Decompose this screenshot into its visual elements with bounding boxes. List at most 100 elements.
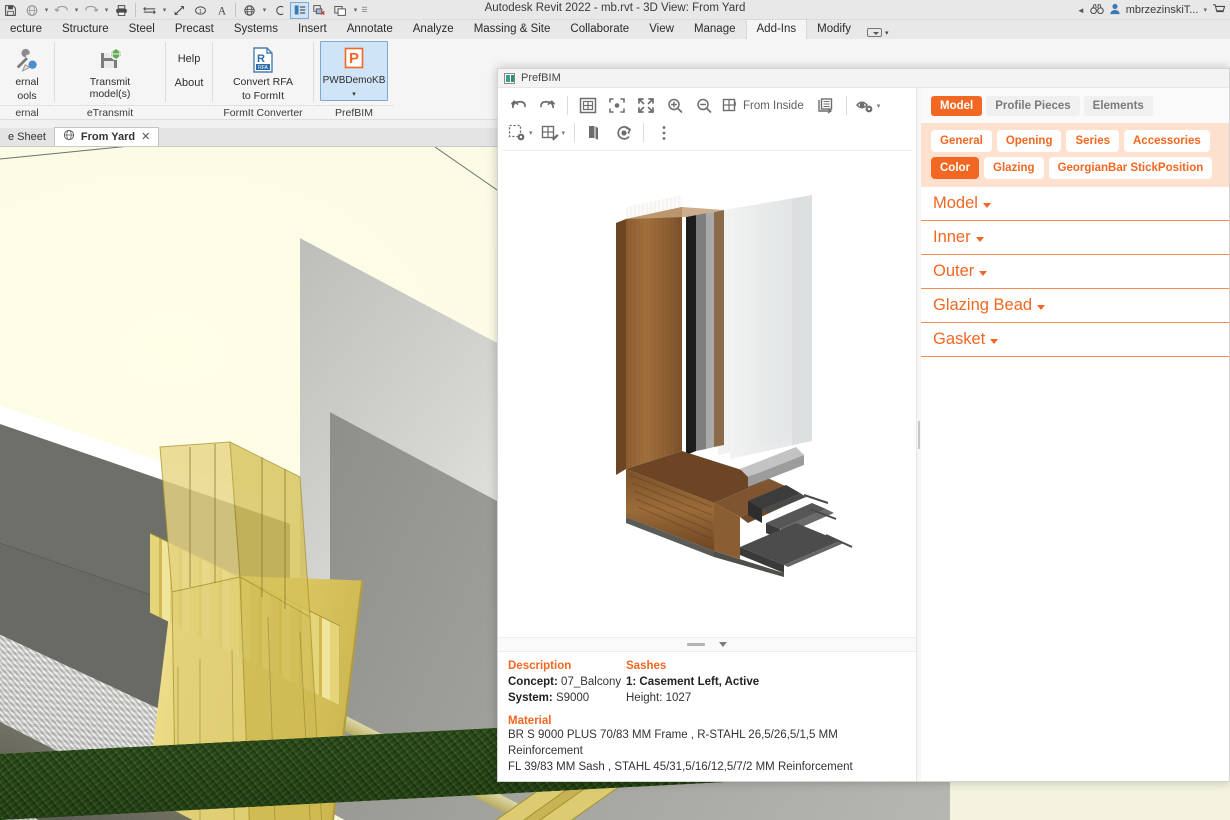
about-button[interactable]: About (169, 71, 210, 95)
user-name-label[interactable]: mbrzezinskiT... (1126, 4, 1199, 16)
visibility-settings-icon[interactable]: ▾ (852, 93, 885, 118)
close-icon[interactable]: ✕ (141, 130, 150, 143)
chevron-down-icon[interactable] (990, 339, 999, 344)
chevron-down-icon[interactable] (975, 237, 984, 242)
view-tab-from-yard[interactable]: From Yard ✕ (53, 127, 160, 146)
view-from-inside-label: From Inside (743, 99, 804, 112)
user-account-icon[interactable] (1109, 3, 1121, 18)
viewer-slider-handle[interactable] (687, 643, 705, 646)
ribbon-overflow-icon[interactable]: ▾ (861, 26, 895, 39)
ribbon-tab-manage[interactable]: Manage (684, 20, 746, 39)
accordion-label-inner: Inner (933, 228, 971, 246)
material-line-1: BR S 9000 PLUS 70/83 MM Frame , R-STAHL … (508, 729, 838, 757)
view-tab-sheet[interactable]: e Sheet (0, 129, 54, 146)
user-caret-icon[interactable]: ▾ (1203, 6, 1207, 14)
ribbon-tab-view[interactable]: View (639, 20, 684, 39)
view-3d-icon (63, 129, 75, 144)
ribbon-tab-precast[interactable]: Precast (165, 20, 224, 39)
external-tools-button[interactable]: ernal ools (0, 43, 54, 102)
ribbon-tab-architecture[interactable]: ecture (0, 20, 52, 39)
accordion-item-gasket[interactable]: Gasket (921, 323, 1229, 357)
concept-label: Concept: (508, 676, 558, 688)
visibility-caret-icon[interactable]: ▾ (877, 102, 881, 110)
toolbar-separator-3 (574, 123, 576, 142)
fullscreen-icon[interactable] (631, 93, 660, 118)
chevron-down-icon[interactable] (979, 271, 988, 276)
toolbar-separator-4 (643, 123, 645, 142)
help-button[interactable]: Help (172, 47, 207, 71)
panel-label-formit-converter: FormIt Converter (213, 105, 313, 120)
grid-edit-icon[interactable]: ▾ (537, 120, 570, 145)
tab-model[interactable]: Model (931, 96, 983, 116)
description-heading: Description (508, 660, 572, 672)
ribbon-tab-systems[interactable]: Systems (224, 20, 288, 39)
subtab-general[interactable]: General (931, 130, 992, 152)
rotate-icon[interactable] (609, 120, 638, 145)
height-label: Height: (626, 692, 663, 704)
subtab-accessories[interactable]: Accessories (1124, 130, 1210, 152)
prefbim-pane-splitter[interactable] (917, 88, 921, 781)
ribbon-tab-steel[interactable]: Steel (119, 20, 165, 39)
system-value: S9000 (555, 692, 590, 704)
prefbim-body: From Inside ▾ ▾ ▾ Description Concept: 0… (498, 88, 1229, 781)
panel-body-external: ernal ools (0, 39, 54, 105)
ribbon-tab-massing-site[interactable]: Massing & Site (464, 20, 561, 39)
tab-elements[interactable]: Elements (1083, 96, 1153, 116)
ribbon-tab-insert[interactable]: Insert (288, 20, 337, 39)
more-options-icon[interactable] (649, 120, 678, 145)
material-line-2: FL 39/83 MM Sash , STAHL 45/31,5/16/12,5… (508, 761, 853, 773)
section-view-icon[interactable] (812, 93, 841, 118)
app-store-cart-icon[interactable] (1212, 3, 1226, 18)
subtab-georgianbar-stickposition[interactable]: GeorgianBar StickPosition (1048, 157, 1213, 179)
rfa-convert-icon: R RFA (250, 45, 276, 75)
accordion-item-glazing-bead[interactable]: Glazing Bead (921, 289, 1229, 323)
pwbdemokb-button[interactable]: P PWBDemoKB ▾ (320, 41, 388, 101)
convert-rfa-to-formit-button[interactable]: R RFA Convert RFA to FormIt (222, 43, 304, 102)
layers-icon[interactable] (580, 120, 609, 145)
window-profile-3d-model (590, 179, 870, 579)
panel-body-etransmit: Transmit model(s) (55, 39, 165, 105)
tab-profile-pieces[interactable]: Profile Pieces (986, 96, 1080, 116)
ribbon-tab-structure[interactable]: Structure (52, 20, 119, 39)
chevron-down-icon[interactable] (982, 203, 991, 208)
convert-rfa-label-1: Convert RFA (232, 76, 294, 88)
viewer-bottom-controls[interactable] (498, 637, 916, 651)
undo-icon[interactable] (504, 93, 533, 118)
ribbon-tab-modify[interactable]: Modify (807, 20, 861, 39)
subtab-series[interactable]: Series (1066, 130, 1119, 152)
ribbon-tab-annotate[interactable]: Annotate (337, 20, 403, 39)
selection-settings-icon[interactable]: ▾ (504, 120, 537, 145)
subtab-glazing[interactable]: Glazing (984, 157, 1044, 179)
svg-text:P: P (349, 50, 359, 67)
zoom-out-icon[interactable] (689, 93, 718, 118)
ribbon-panel-formit-converter: R RFA Convert RFA to FormIt FormIt Conver… (213, 39, 313, 120)
fit-to-window-icon[interactable] (573, 93, 602, 118)
convert-rfa-label-2: to FormIt (241, 89, 284, 102)
zoom-in-icon[interactable] (660, 93, 689, 118)
window-profile-svg (616, 195, 853, 577)
subtab-color[interactable]: Color (931, 157, 980, 179)
chevron-down-icon[interactable] (1037, 305, 1046, 310)
view-from-inside-button[interactable]: From Inside (718, 93, 812, 118)
ribbon-tab-add-ins[interactable]: Add-Ins (745, 19, 808, 39)
subtab-opening[interactable]: Opening (996, 130, 1062, 152)
prefbim-titlebar[interactable]: PrefBIM (498, 69, 1229, 88)
grid-edit-caret-icon[interactable]: ▾ (562, 129, 566, 137)
transmit-model-button[interactable]: Transmit model(s) (69, 43, 151, 100)
prefbim-3d-viewer-canvas[interactable] (502, 150, 912, 637)
ribbon-tab-analyze[interactable]: Analyze (403, 20, 464, 39)
pwbdemokb-caret-icon[interactable]: ▾ (352, 89, 356, 101)
viewer-toolbar-row-1: From Inside ▾ (504, 92, 910, 119)
selection-settings-caret-icon[interactable]: ▾ (529, 129, 533, 137)
sash-row: 1: Casement Left, Active (626, 674, 759, 690)
pwbdemokb-label: PWBDemoKB (322, 75, 386, 86)
viewer-expand-caret-icon[interactable] (719, 642, 727, 647)
accordion-item-outer[interactable]: Outer (921, 255, 1229, 289)
accordion-item-inner[interactable]: Inner (921, 221, 1229, 255)
redo-icon[interactable] (533, 93, 562, 118)
collapse-ribbon-icon[interactable]: ◄ (1077, 6, 1085, 15)
search-binoculars-icon[interactable] (1089, 3, 1104, 18)
zoom-to-selection-icon[interactable] (602, 93, 631, 118)
accordion-item-model[interactable]: Model (921, 187, 1229, 221)
ribbon-tab-collaborate[interactable]: Collaborate (560, 20, 639, 39)
